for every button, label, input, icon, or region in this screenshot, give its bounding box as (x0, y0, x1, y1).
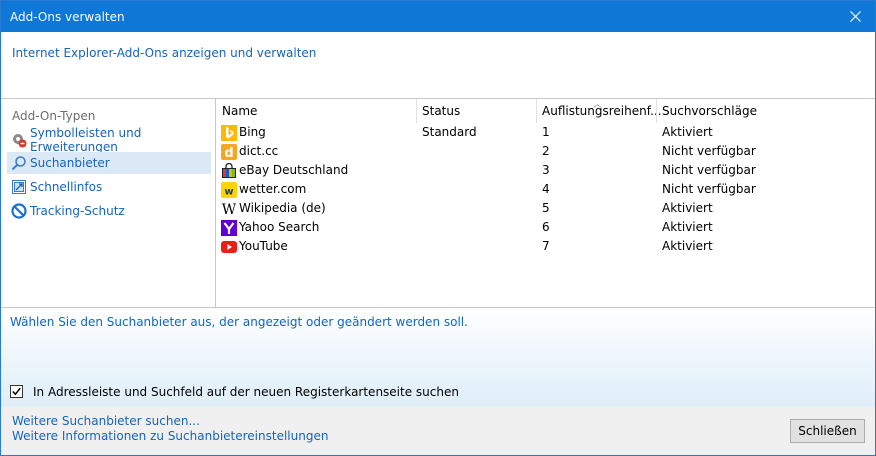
provider-order: 2 (542, 144, 550, 158)
accelerator-icon (11, 179, 27, 195)
list-item[interactable]: w wetter.com 4 Nicht verfügbar (216, 181, 875, 200)
sidebar-item-search-providers[interactable]: Suchanbieter (7, 152, 211, 174)
close-button[interactable]: Schließen (790, 419, 865, 443)
provider-name: Bing (239, 125, 266, 139)
sidebar-item-toolbars-extensions[interactable]: Symbolleisten und Erweiterungen (7, 126, 211, 154)
header-subtitle: Internet Explorer-Add-Ons anzeigen und v… (12, 46, 317, 60)
sort-ascending-icon: ︿ (593, 100, 603, 110)
dictcc-icon: d (221, 144, 237, 161)
ebay-icon (221, 162, 237, 179)
provider-order: 3 (542, 163, 550, 177)
details-pane: Wählen Sie den Suchanbieter aus, der ang… (1, 308, 875, 407)
tracking-protection-icon (11, 203, 27, 219)
provider-order: 7 (542, 239, 550, 253)
column-header-name[interactable]: Name (216, 99, 416, 123)
provider-suggestions: Aktiviert (662, 239, 713, 253)
svg-text:w: w (224, 187, 233, 198)
wetter-icon: w (221, 182, 237, 198)
sidebar-item-label: Symbolleisten und Erweiterungen (30, 126, 142, 154)
close-icon (849, 11, 861, 22)
provider-order: 4 (542, 182, 550, 196)
yahoo-icon (221, 220, 237, 236)
column-header-status[interactable]: Status (416, 99, 536, 123)
provider-suggestions: Nicht verfügbar (662, 163, 756, 177)
provider-suggestions: Aktiviert (662, 201, 713, 215)
provider-name: wetter.com (239, 182, 307, 196)
provider-name: YouTube (239, 239, 288, 253)
sidebar-item-label: Suchanbieter (30, 156, 110, 170)
provider-name: dict.cc (239, 144, 279, 158)
checkmark-icon (12, 387, 21, 396)
search-settings-info-link[interactable]: Weitere Informationen zu Suchanbieterein… (12, 429, 328, 443)
list-item[interactable]: Bing Standard 1 Aktiviert (216, 124, 875, 143)
sidebar-item-label: Tracking-Schutz (30, 204, 125, 218)
list-item[interactable]: YouTube 7 Aktiviert (216, 238, 875, 257)
search-icon (11, 155, 27, 171)
footer: Weitere Suchanbieter suchen... Weitere I… (1, 407, 875, 455)
add-ons-dialog: Add-Ons verwalten Internet Explorer-Add-… (0, 0, 876, 456)
window-title: Add-Ons verwalten (10, 10, 125, 24)
provider-order: 5 (542, 201, 550, 215)
sidebar-item-accelerators[interactable]: Schnellinfos (7, 176, 211, 198)
provider-order: 1 (542, 125, 550, 139)
gear-icon (11, 132, 27, 148)
provider-suggestions: Nicht verfügbar (662, 182, 756, 196)
bing-icon (221, 125, 237, 141)
column-header-suggestions[interactable]: Suchvorschläge (656, 99, 806, 123)
title-bar: Add-Ons verwalten (1, 1, 875, 32)
provider-suggestions: Nicht verfügbar (662, 144, 756, 158)
list-item[interactable]: d dict.cc 2 Nicht verfügbar (216, 143, 875, 162)
svg-text:d: d (224, 146, 233, 160)
provider-suggestions: Aktiviert (662, 125, 713, 139)
sidebar-item-tracking-protection[interactable]: Tracking-Schutz (7, 200, 211, 222)
find-more-providers-link[interactable]: Weitere Suchanbieter suchen... (12, 414, 200, 428)
list-item[interactable]: W Wikipedia (de) 5 Aktiviert (216, 200, 875, 219)
provider-order: 6 (542, 220, 550, 234)
provider-name: Wikipedia (de) (239, 201, 326, 215)
provider-suggestions: Aktiviert (662, 220, 713, 234)
add-on-types-pane: Add-On-Typen Symbolleisten und Erweiteru… (1, 99, 215, 307)
list-item[interactable]: Yahoo Search 6 Aktiviert (216, 219, 875, 238)
details-hint: Wählen Sie den Suchanbieter aus, der ang… (10, 315, 468, 329)
provider-name: eBay Deutschland (239, 163, 349, 177)
search-provider-list[interactable]: Name Status Auflistungsreihenf... ︿ Such… (216, 99, 875, 307)
svg-text:W: W (222, 202, 237, 217)
sidebar-item-label: Schnellinfos (30, 180, 103, 194)
wikipedia-icon: W (221, 201, 237, 218)
list-item[interactable]: eBay Deutschland 3 Nicht verfügbar (216, 162, 875, 181)
provider-status: Standard (422, 125, 477, 139)
address-bar-search-label[interactable]: In Adressleiste und Suchfeld auf der neu… (33, 385, 459, 399)
youtube-icon (221, 239, 237, 255)
add-on-types-title: Add-On-Typen (12, 109, 96, 123)
provider-name: Yahoo Search (239, 220, 320, 234)
close-window-button[interactable] (835, 1, 875, 32)
address-bar-search-checkbox[interactable] (10, 385, 23, 398)
